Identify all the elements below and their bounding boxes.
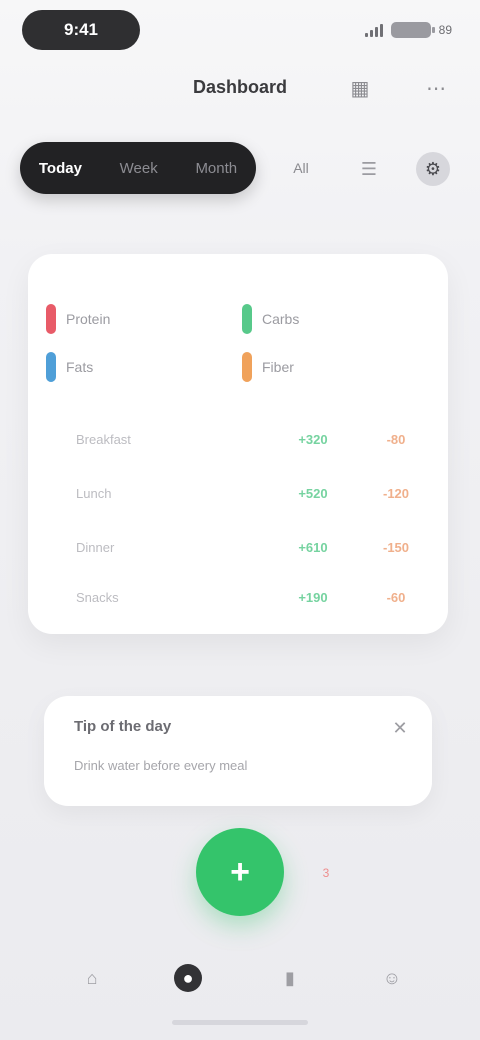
legend-label: Carbs: [262, 311, 300, 327]
add-entry-button[interactable]: +: [196, 828, 284, 916]
row-name: Snacks: [76, 590, 119, 605]
stats-icon: ▮: [285, 967, 295, 988]
filter-label[interactable]: All: [276, 156, 326, 180]
legend-label: Protein: [66, 311, 111, 327]
tip-subtitle: Drink water before every meal: [74, 758, 248, 773]
legend-swatch: [46, 352, 56, 382]
segment-control[interactable]: Today Week Month: [20, 142, 256, 194]
legend-item-fiber: Fiber: [242, 352, 417, 382]
legend: Protein Carbs Fats Fiber: [46, 294, 436, 404]
battery-icon: [390, 22, 435, 38]
row-name: Breakfast: [76, 432, 131, 447]
home-icon: ⌂: [86, 967, 98, 988]
row-value-loss: -80: [386, 432, 406, 447]
status-time: 9:41: [22, 10, 140, 50]
battery-percent: 89: [438, 23, 452, 37]
legend-item-carbs: Carbs: [242, 304, 417, 334]
notification-badge: 3: [322, 866, 330, 880]
row-value-gain: +520: [298, 486, 328, 501]
log-icon: ●: [174, 964, 202, 992]
nav-log[interactable]: ●: [156, 952, 220, 1004]
table-row[interactable]: Snacks +190 -60: [46, 582, 436, 620]
row-value-gain: +610: [298, 540, 328, 555]
profile-icon: ☺: [382, 967, 402, 988]
nav-stats[interactable]: ▮: [258, 952, 322, 1004]
table-row[interactable]: Dinner +610 -150: [46, 532, 436, 570]
segment-today[interactable]: Today: [39, 160, 82, 177]
row-value-gain: +190: [298, 590, 328, 605]
legend-swatch: [242, 352, 252, 382]
legend-swatch: [242, 304, 252, 334]
tip-title: Tip of the day: [74, 718, 172, 735]
segment-week[interactable]: Week: [120, 160, 158, 177]
row-name: Dinner: [76, 540, 115, 555]
top-header: Dashboard ▦ ⋯: [0, 62, 480, 114]
summary-card: Protein Carbs Fats Fiber Breakfast +320 …: [28, 254, 448, 634]
row-value-loss: -120: [382, 486, 410, 501]
legend-item-fats: Fats: [46, 352, 221, 382]
row-value-loss: -150: [382, 540, 410, 555]
filter-icon[interactable]: ☰: [352, 152, 386, 186]
status-icons: 89: [364, 18, 452, 42]
close-icon[interactable]: ✕: [386, 714, 414, 742]
home-indicator[interactable]: [172, 1020, 308, 1025]
more-icon[interactable]: ⋯: [420, 72, 452, 104]
settings-icon[interactable]: ⚙: [416, 152, 450, 186]
bottom-navigation: ⌂ ● ▮ ☺: [0, 930, 480, 1020]
data-table: Breakfast +320 -80 Lunch +520 -120 Dinne…: [46, 424, 436, 624]
status-bar: 9:41 89: [0, 0, 480, 58]
nav-home[interactable]: ⌂: [60, 952, 124, 1004]
legend-swatch: [46, 304, 56, 334]
segment-month[interactable]: Month: [195, 160, 237, 177]
signal-icon: [364, 23, 383, 37]
legend-label: Fats: [66, 359, 94, 375]
nav-profile[interactable]: ☺: [360, 952, 424, 1004]
table-row[interactable]: Breakfast +320 -80: [46, 424, 436, 462]
row-value-loss: -60: [386, 590, 406, 605]
legend-label: Fiber: [262, 359, 294, 375]
toolbar: Today Week Month All ☰ ⚙: [0, 138, 480, 200]
tip-banner[interactable]: Tip of the day Drink water before every …: [44, 696, 432, 806]
row-name: Lunch: [76, 486, 112, 501]
legend-item-protein: Protein: [46, 304, 221, 334]
page-title: Dashboard: [192, 77, 288, 97]
table-row[interactable]: Lunch +520 -120: [46, 478, 436, 516]
calendar-icon[interactable]: ▦: [344, 72, 376, 104]
row-value-gain: +320: [298, 432, 328, 447]
